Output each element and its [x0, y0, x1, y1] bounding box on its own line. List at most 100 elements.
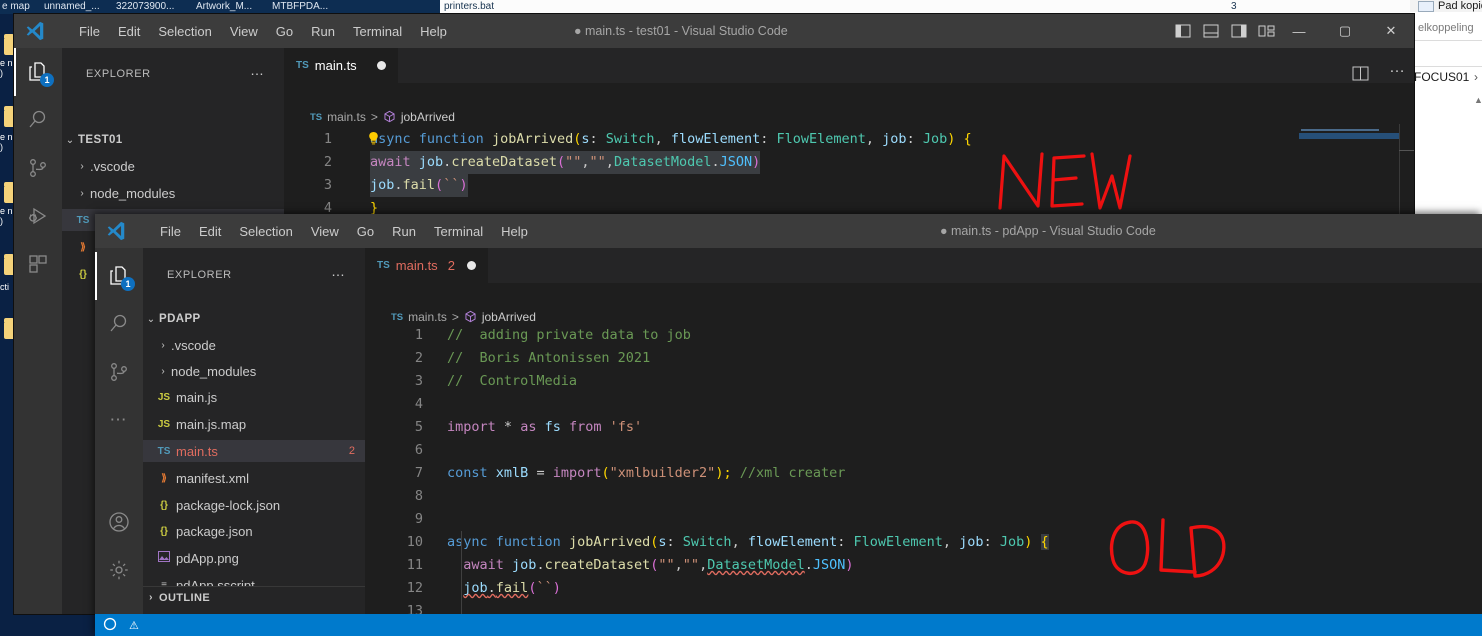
shortcut-label[interactable]: elkoppeling: [1418, 22, 1474, 34]
sidebar-item-vscode[interactable]: › .vscode: [143, 334, 365, 356]
sidebar-item-main-js-map[interactable]: JS main.js.map: [143, 413, 365, 435]
toggle-panel-icon[interactable]: [1197, 14, 1225, 48]
desktop-icon-label: e n: [0, 206, 13, 216]
sidebar-more-actions-icon[interactable]: …: [331, 263, 347, 279]
toggle-primary-sidebar-icon[interactable]: [1169, 14, 1197, 48]
sidebar-item-main-ts[interactable]: TS main.ts 2: [143, 440, 365, 462]
typescript-file-icon: TS: [76, 214, 90, 226]
minimap-slider[interactable]: [1399, 124, 1400, 220]
breadcrumb-symbol[interactable]: jobArrived: [401, 110, 455, 124]
sidebar-item-node-modules[interactable]: › node_modules: [62, 182, 284, 204]
window2-tabstrip: [365, 248, 1482, 283]
menu-go[interactable]: Go: [348, 221, 383, 242]
code-line-1: async function jobArrived(s: Switch, flo…: [370, 131, 972, 147]
line-number: 6: [414, 442, 423, 458]
breadcrumb-separator: >: [451, 310, 459, 324]
menu-file[interactable]: File: [151, 221, 190, 242]
window2-breadcrumb: TS main.ts > jobArrived: [391, 310, 536, 324]
taskbar-item[interactable]: MTBFPDA...: [272, 0, 328, 13]
activitybar-search[interactable]: [95, 300, 143, 348]
divider: [1410, 40, 1482, 41]
window2-titlebar: File Edit Selection View Go Run Terminal…: [95, 214, 1482, 248]
menu-help[interactable]: Help: [411, 21, 456, 42]
line-number: 2: [414, 350, 423, 366]
scroll-up-icon[interactable]: ▲: [1474, 95, 1482, 107]
activitybar-source-control[interactable]: [95, 348, 143, 396]
sidebar-section-outline[interactable]: › OUTLINE: [143, 586, 365, 608]
sidebar-root-folder[interactable]: ⌄ PDAPP: [143, 308, 365, 330]
sidebar-item-vscode[interactable]: › .vscode: [62, 155, 284, 177]
breadcrumb-file[interactable]: main.ts: [408, 310, 447, 324]
editor-tab-main-ts[interactable]: TS main.ts 2: [365, 248, 488, 283]
split-editor-icon[interactable]: [1352, 66, 1369, 86]
unsaved-indicator-icon[interactable]: [376, 61, 386, 70]
menu-view[interactable]: View: [221, 21, 267, 42]
window1-minimap[interactable]: [1299, 124, 1414, 220]
sidebar-root-folder[interactable]: ⌄ TEST01: [62, 129, 284, 151]
sidebar-item-main-js[interactable]: JS main.js: [143, 386, 365, 408]
desktop-icon-label: ): [0, 216, 3, 226]
chevron-right-icon[interactable]: ›: [1474, 70, 1478, 84]
toggle-secondary-sidebar-icon[interactable]: [1225, 14, 1253, 48]
sidebar-item-pdapp-png[interactable]: pdApp.png: [143, 547, 365, 569]
sidebar-item-package-json[interactable]: {} package.json: [143, 520, 365, 542]
code-line-3: job.fail(``): [370, 174, 468, 197]
taskbar-item[interactable]: Artwork_M...: [196, 0, 252, 13]
unsaved-indicator-icon[interactable]: [466, 261, 476, 270]
vscode-window-pdapp: File Edit Selection View Go Run Terminal…: [95, 214, 1482, 636]
menu-run[interactable]: Run: [302, 21, 344, 42]
desktop-icon-label: cti: [0, 282, 9, 292]
taskbar-item[interactable]: 322073900...: [116, 0, 174, 13]
sidebar-item-package-lock-json[interactable]: {} package-lock.json: [143, 494, 365, 516]
activitybar-extensions[interactable]: [14, 240, 62, 288]
remote-indicator-icon[interactable]: [103, 617, 117, 634]
taskbar-item[interactable]: printers.bat: [444, 0, 494, 13]
sidebar-item-node-modules[interactable]: › node_modules: [143, 360, 365, 382]
line-number: 8: [414, 488, 423, 504]
minimize-button[interactable]: —: [1276, 14, 1322, 48]
menu-file[interactable]: File: [70, 21, 109, 42]
activitybar-manage-settings[interactable]: [95, 546, 143, 594]
menu-selection[interactable]: Selection: [230, 221, 301, 242]
editor-tab-main-ts[interactable]: TS main.ts: [284, 48, 398, 83]
copy-path-label[interactable]: Pad kopieren: [1438, 0, 1482, 12]
window1-editor[interactable]: 1 2 3 4 async function jobArrived(s: Swi…: [284, 124, 1414, 220]
code-line-10: async function jobArrived(s: Switch, flo…: [447, 534, 1049, 550]
menu-run[interactable]: Run: [383, 221, 425, 242]
activitybar-source-control[interactable]: [14, 144, 62, 192]
tree-item-label: .vscode: [90, 158, 135, 174]
window2-statusbar[interactable]: ⚠: [95, 614, 1482, 636]
sidebar-item-manifest-xml[interactable]: ⟫ manifest.xml: [143, 467, 365, 489]
window1-tabstrip: [284, 48, 1414, 83]
close-button[interactable]: ✕: [1368, 14, 1414, 48]
activitybar-accounts[interactable]: [95, 498, 143, 546]
menu-go[interactable]: Go: [267, 21, 302, 42]
menu-terminal[interactable]: Terminal: [425, 221, 492, 242]
menu-terminal[interactable]: Terminal: [344, 21, 411, 42]
menu-view[interactable]: View: [302, 221, 348, 242]
menu-selection[interactable]: Selection: [149, 21, 220, 42]
activitybar-explorer[interactable]: 1: [14, 48, 62, 96]
menu-help[interactable]: Help: [492, 221, 537, 242]
error-warning-icon[interactable]: ⚠: [129, 619, 139, 632]
copy-path-icon: [1418, 1, 1434, 12]
window2-editor[interactable]: 1 2 3 4 5 6 7 8 9 10 11 12 13 14 // addi…: [365, 324, 1482, 614]
json-file-icon: {}: [160, 499, 168, 511]
activitybar-more-views[interactable]: ⋯: [95, 396, 143, 444]
line-number: 1: [414, 327, 423, 343]
maximize-button[interactable]: ▢: [1322, 14, 1368, 48]
breadcrumb-file[interactable]: main.ts: [327, 110, 366, 124]
editor-actions-more-icon[interactable]: …: [1389, 59, 1407, 77]
breadcrumb-symbol[interactable]: jobArrived: [482, 310, 536, 324]
breadcrumb-path-item[interactable]: FOCUS01: [1414, 70, 1469, 84]
activitybar-search[interactable]: [14, 96, 62, 144]
taskbar-item[interactable]: unnamed_...: [44, 0, 100, 13]
activitybar-explorer[interactable]: 1: [95, 252, 143, 300]
menu-edit[interactable]: Edit: [190, 221, 230, 242]
sidebar-more-actions-icon[interactable]: …: [250, 62, 266, 78]
taskbar-item[interactable]: e map: [2, 0, 30, 13]
lightbulb-icon[interactable]: [368, 132, 379, 145]
menu-edit[interactable]: Edit: [109, 21, 149, 42]
code-line-5: import * as fs from 'fs': [447, 419, 643, 435]
activitybar-run-and-debug[interactable]: [14, 192, 62, 240]
